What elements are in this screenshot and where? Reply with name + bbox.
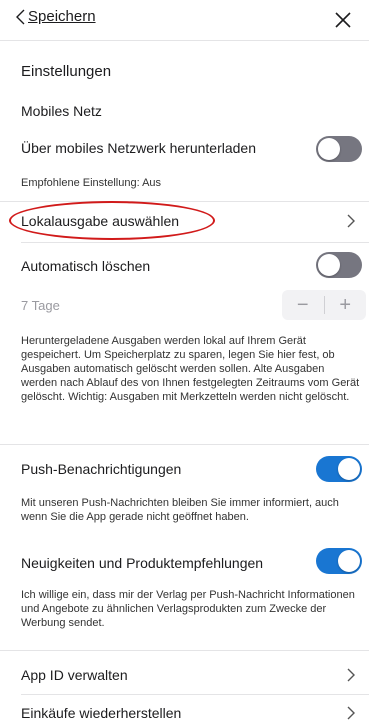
news-recommendations-toggle[interactable]	[316, 548, 362, 574]
section-mobile-network: Mobiles Netz	[21, 103, 102, 119]
divider	[21, 694, 369, 695]
auto-delete-toggle[interactable]	[316, 252, 362, 278]
chevron-right-icon	[347, 668, 355, 682]
local-edition-item[interactable]: Lokalausgabe auswählen	[21, 213, 179, 229]
mobile-download-toggle[interactable]	[316, 136, 362, 162]
divider	[21, 242, 369, 243]
page-title: Einstellungen	[21, 63, 112, 80]
stepper-plus-button[interactable]: +	[324, 290, 366, 320]
chevron-right-icon	[347, 214, 355, 228]
stepper-minus-button[interactable]: −	[282, 290, 324, 320]
recommended-hint: Empfohlene Einstellung: Aus	[21, 177, 162, 189]
restore-purchases-item[interactable]: Einkäufe wiederherstellen	[21, 705, 181, 721]
days-value: 7 Tage	[21, 298, 60, 313]
chevron-left-icon	[16, 9, 25, 24]
nav-divider	[0, 40, 369, 41]
auto-delete-label: Automatisch löschen	[21, 258, 151, 274]
divider	[0, 650, 369, 651]
back-label[interactable]: Speichern	[28, 8, 96, 25]
push-notifications-description: Mit unseren Push-Nachrichten bleiben Sie…	[21, 497, 339, 523]
divider	[0, 444, 369, 445]
auto-delete-description: Heruntergeladene Ausgaben werden lokal a…	[21, 335, 360, 403]
push-notifications-toggle[interactable]	[316, 456, 362, 482]
close-icon[interactable]	[331, 8, 355, 32]
news-recommendations-description: Ich willige ein, dass mir der Verlag per…	[21, 589, 355, 629]
mobile-download-label: Über mobiles Netzwerk herunterladen	[21, 140, 256, 156]
divider	[0, 201, 369, 202]
news-recommendations-label: Neuigkeiten und Produktempfehlungen	[21, 555, 264, 571]
nav-bar: Speichern	[0, 0, 369, 40]
days-stepper[interactable]: − +	[282, 290, 366, 320]
push-notifications-label: Push-Benachrichtigungen	[21, 461, 182, 477]
chevron-right-icon	[347, 706, 355, 720]
app-id-item[interactable]: App ID verwalten	[21, 667, 128, 683]
back-button[interactable]: Speichern	[16, 8, 96, 25]
